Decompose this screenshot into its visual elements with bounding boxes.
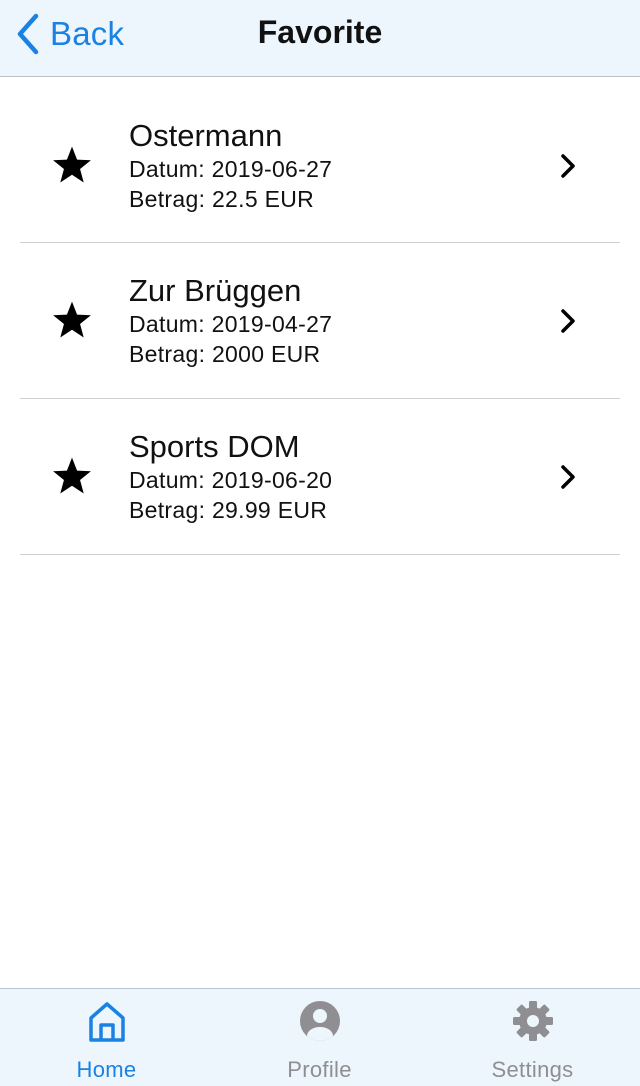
tab-profile[interactable]: Profile [213, 989, 426, 1086]
star-icon [53, 457, 91, 494]
list-item-amount: Betrag: 2000 EUR [129, 341, 321, 367]
star-icon [53, 146, 91, 183]
list-item-amount: Betrag: 29.99 EUR [129, 497, 328, 523]
chevron-right-icon [561, 309, 575, 333]
chevron-right-icon [561, 465, 575, 489]
tab-bar: Home Profile Settings [0, 988, 640, 1086]
back-button[interactable]: Back [16, 8, 124, 60]
navigation-bar: Back Favorite [0, 0, 640, 77]
list-item-text: Ostermann Datum: 2019-06-27 Betrag: 22.5… [129, 118, 332, 214]
list-item[interactable]: Sports DOM Datum: 2019-06-20 Betrag: 29.… [20, 399, 620, 555]
list-item-title: Zur Brüggen [129, 273, 302, 308]
list-item-date: Datum: 2019-06-27 [129, 156, 333, 182]
list-item-title: Ostermann [129, 118, 283, 153]
favorites-screen: Back Favorite Ostermann Datum: 2019-06-2… [0, 0, 640, 1086]
gear-icon [512, 1001, 553, 1041]
tab-home-label: Home [76, 1057, 137, 1082]
list-item-date: Datum: 2019-04-27 [129, 311, 333, 337]
back-label: Back [50, 15, 125, 52]
star-icon [53, 301, 91, 338]
list-item-title: Sports DOM [129, 429, 300, 464]
list-item[interactable]: Zur Brüggen Datum: 2019-04-27 Betrag: 20… [20, 243, 620, 399]
list-item[interactable]: Ostermann Datum: 2019-06-27 Betrag: 22.5… [20, 88, 620, 243]
list-item-text: Zur Brüggen Datum: 2019-04-27 Betrag: 20… [129, 273, 332, 369]
chevron-left-icon [17, 13, 39, 55]
user-circle-icon [299, 1001, 340, 1041]
chevron-right-icon [561, 154, 575, 178]
tab-settings[interactable]: Settings [426, 989, 639, 1086]
home-icon [88, 1002, 125, 1042]
tab-settings-label: Settings [491, 1057, 574, 1082]
favorites-list: Ostermann Datum: 2019-06-27 Betrag: 22.5… [20, 88, 620, 555]
tab-home[interactable]: Home [0, 989, 213, 1086]
list-item-amount: Betrag: 22.5 EUR [129, 186, 315, 212]
tab-profile-label: Profile [287, 1057, 352, 1082]
list-item-text: Sports DOM Datum: 2019-06-20 Betrag: 29.… [129, 429, 332, 525]
list-item-date: Datum: 2019-06-20 [129, 467, 333, 493]
